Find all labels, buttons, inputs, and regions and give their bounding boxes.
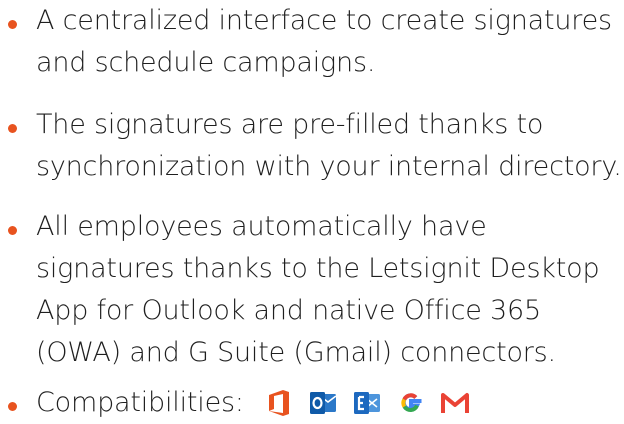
compatibilities-row: Compatibilities: <box>36 382 622 424</box>
outlook-icon <box>309 392 337 414</box>
list-item-text: The signatures are pre-filled thanks to … <box>36 109 622 182</box>
bullet <box>8 402 17 411</box>
compatibilities-label: Compatibilities: <box>36 387 244 418</box>
exchange-icon <box>353 392 380 414</box>
list-item-text: All employees automatically have signatu… <box>36 211 600 368</box>
bullet <box>8 226 17 235</box>
list-item-text: A centralized interface to create signat… <box>36 5 612 78</box>
gmail-icon <box>440 393 469 413</box>
compat-icons <box>264 388 470 418</box>
google-icon <box>401 393 422 413</box>
feature-list: A centralized interface to create signat… <box>0 0 624 423</box>
bullet <box>8 20 17 29</box>
bullet <box>8 124 17 133</box>
office-icon <box>268 390 289 416</box>
